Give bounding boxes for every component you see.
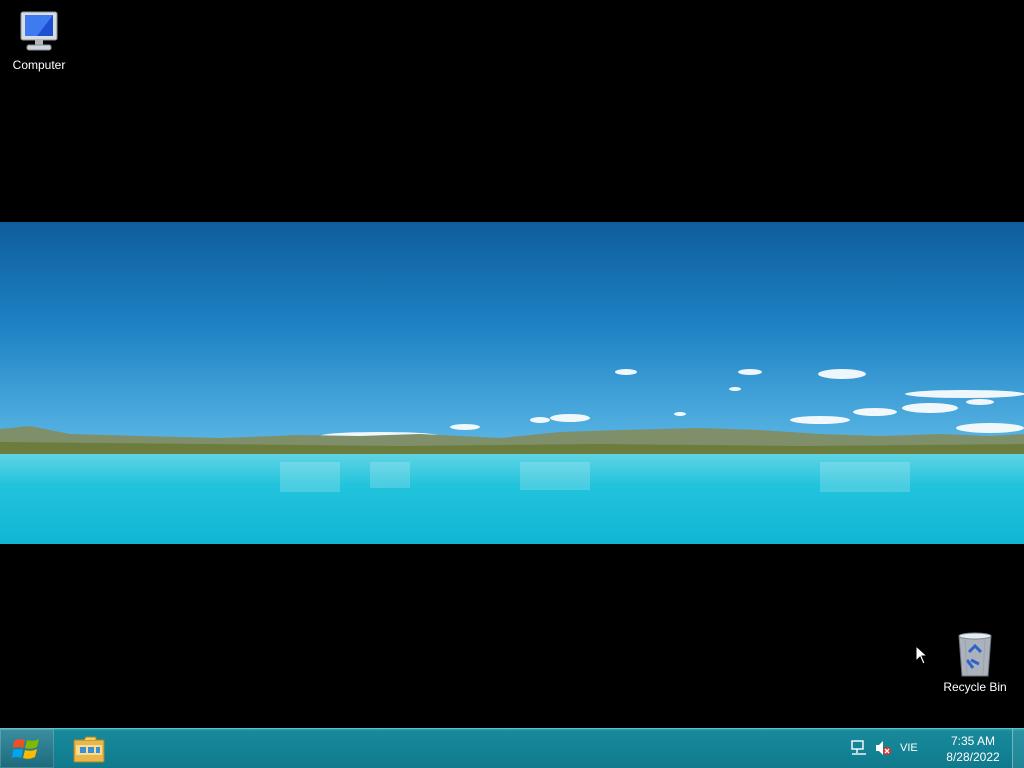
file-explorer-icon [73, 736, 105, 763]
computer-icon [20, 11, 58, 51]
desktop-icon-label: Recycle Bin [943, 680, 1007, 694]
windows-logo-icon [12, 739, 39, 759]
network-icon[interactable] [850, 739, 868, 757]
recycle-bin-icon [958, 632, 992, 677]
clock-date: 8/28/2022 [946, 750, 1000, 764]
desktop-icon-computer[interactable]: Computer [1, 8, 77, 73]
taskbar-file-explorer-button[interactable] [64, 729, 114, 768]
taskbar: VIE 7:35 AM 8/28/2022 [0, 728, 1024, 768]
desktop-icon-recycle-bin[interactable]: Recycle Bin [937, 630, 1013, 695]
desktop[interactable]: Computer Recycle Bin [0, 0, 1024, 728]
desktop-icon-label: Computer [12, 58, 66, 72]
mouse-cursor-icon [915, 645, 929, 665]
language-indicator[interactable]: VIE [900, 742, 918, 754]
clock[interactable]: 7:35 AM 8/28/2022 [934, 733, 1012, 765]
start-button[interactable] [0, 729, 54, 768]
clock-time: 7:35 AM [950, 734, 996, 748]
wallpaper-image [0, 222, 1024, 544]
show-desktop-button[interactable] [1012, 729, 1024, 768]
system-tray: VIE 7:35 AM 8/28/2022 [844, 729, 1024, 768]
volume-muted-icon[interactable] [874, 739, 892, 757]
